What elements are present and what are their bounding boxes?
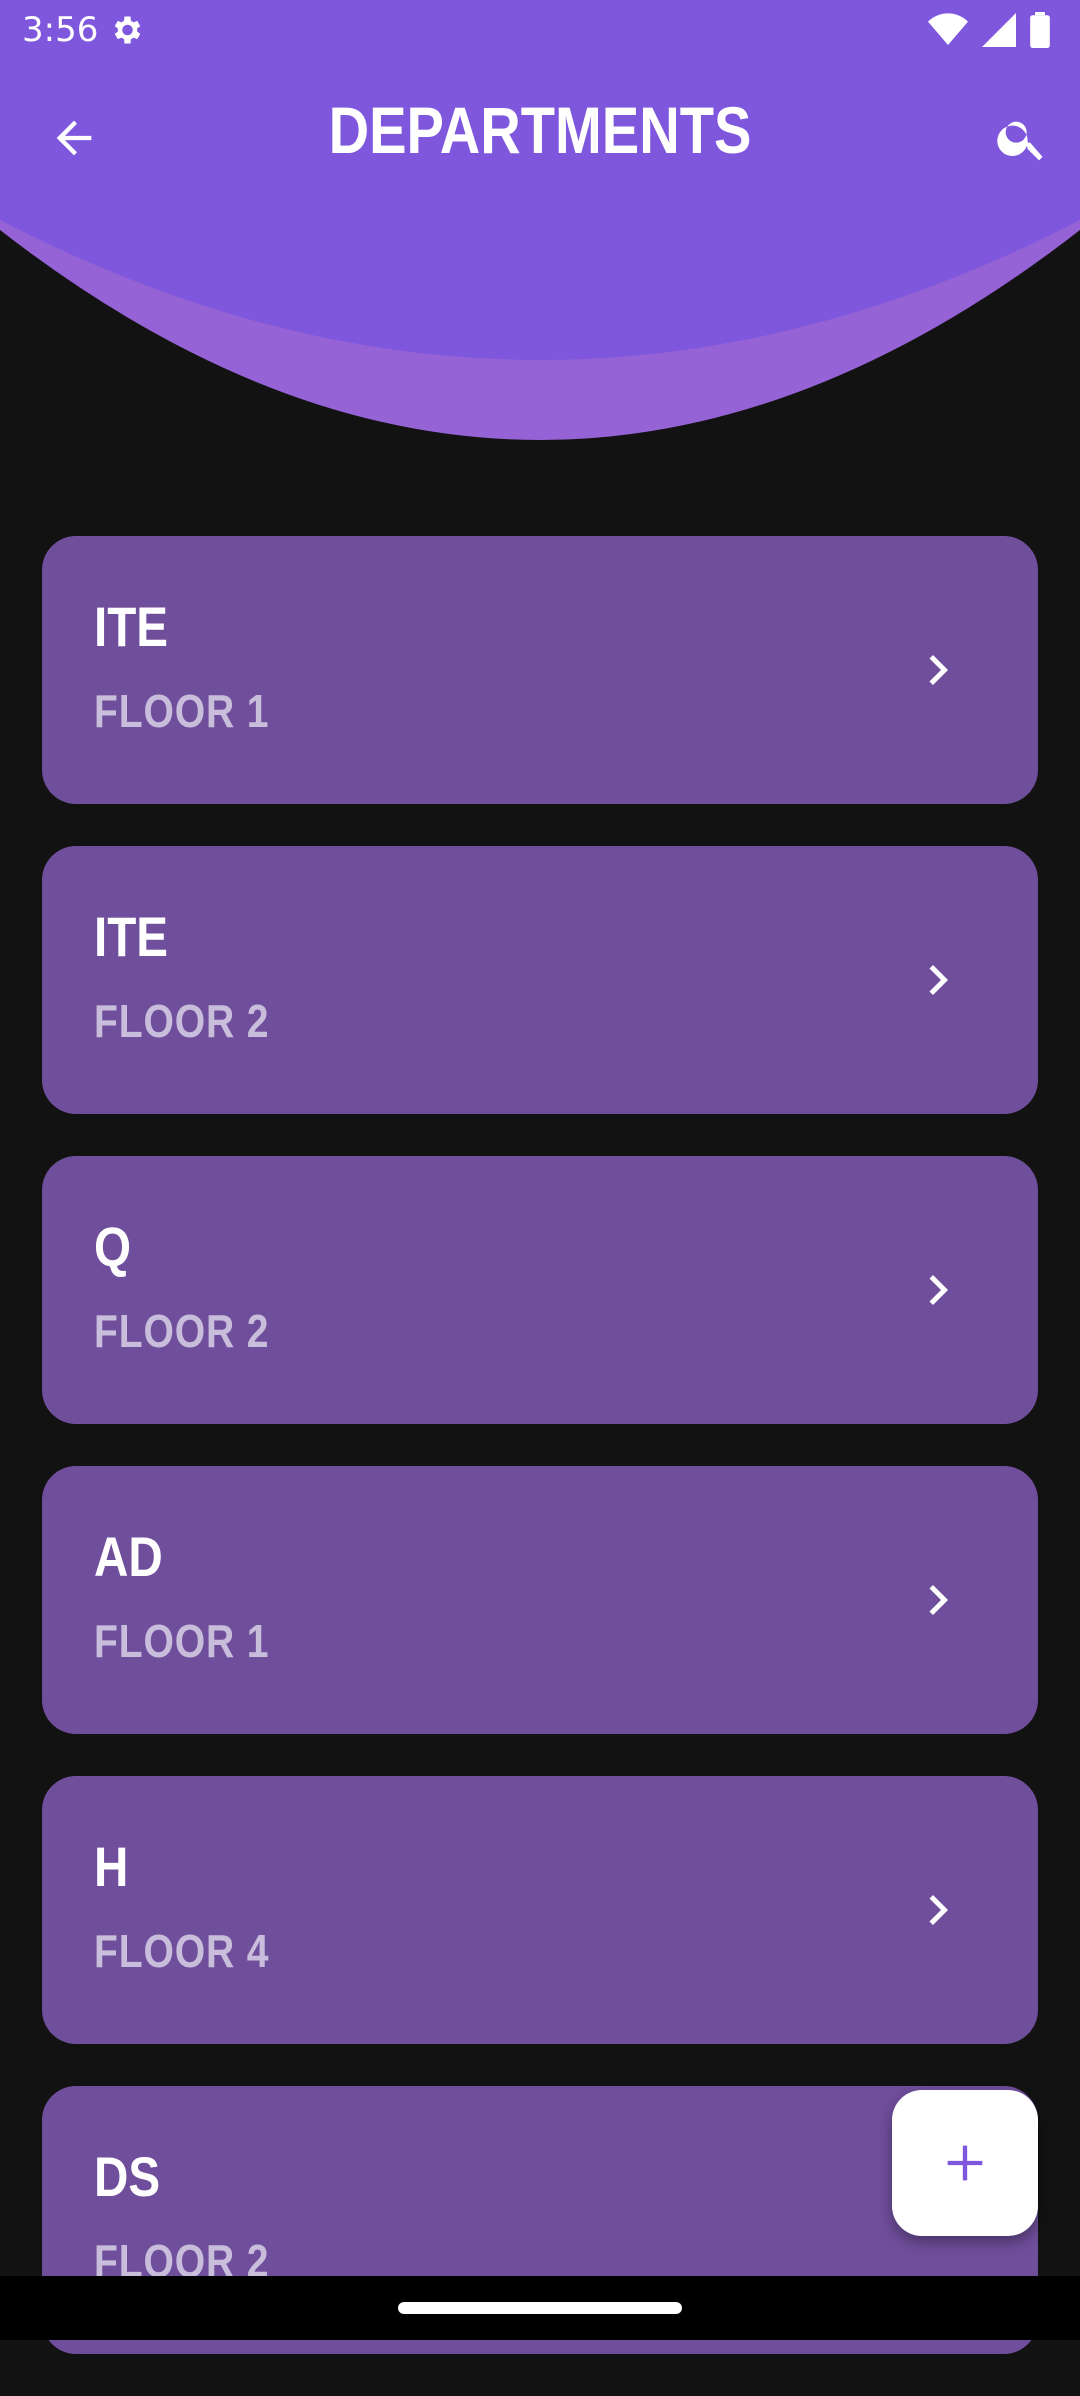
department-name: Q bbox=[94, 1215, 132, 1278]
chevron-right-icon bbox=[929, 1585, 948, 1615]
status-time: 3:56 bbox=[22, 10, 99, 50]
department-floor: FLOOR 4 bbox=[94, 1925, 270, 1977]
department-card[interactable]: ITE FLOOR 1 bbox=[42, 536, 1038, 804]
department-name: DS bbox=[94, 2145, 161, 2208]
system-navigation-bar bbox=[0, 2276, 1080, 2340]
app-bar: DEPARTMENTS bbox=[0, 62, 1080, 212]
department-name: AD bbox=[94, 1525, 163, 1588]
battery-icon bbox=[1030, 12, 1050, 48]
search-icon bbox=[997, 121, 1043, 161]
department-card[interactable]: ITE FLOOR 2 bbox=[42, 846, 1038, 1114]
search-button[interactable] bbox=[986, 102, 1058, 174]
chevron-right-icon bbox=[929, 655, 948, 685]
department-name: H bbox=[94, 1835, 129, 1898]
chevron-right-icon bbox=[929, 1275, 948, 1305]
wifi-icon bbox=[928, 13, 968, 45]
status-bar: 3:56 bbox=[0, 0, 1080, 62]
home-indicator[interactable] bbox=[398, 2302, 682, 2314]
department-name: ITE bbox=[94, 595, 169, 658]
settings-gear-icon bbox=[114, 16, 141, 44]
department-floor: FLOOR 2 bbox=[94, 1305, 270, 1357]
page-title: DEPARTMENTS bbox=[328, 93, 752, 167]
department-card[interactable]: Q FLOOR 2 bbox=[42, 1156, 1038, 1424]
department-floor: FLOOR 2 bbox=[94, 995, 270, 1047]
departments-list: ITE FLOOR 1 ITE FLOOR 2 Q FLOOR 2 AD FLO… bbox=[42, 536, 1038, 2396]
department-floor: FLOOR 1 bbox=[94, 685, 270, 737]
department-card[interactable]: H FLOOR 4 bbox=[42, 1776, 1038, 2044]
department-card[interactable]: AD FLOOR 1 bbox=[42, 1466, 1038, 1734]
department-floor: FLOOR 1 bbox=[94, 1615, 270, 1667]
plus-icon bbox=[947, 2145, 983, 2181]
signal-icon bbox=[982, 13, 1016, 47]
add-department-button[interactable] bbox=[892, 2090, 1038, 2236]
chevron-right-icon bbox=[929, 1895, 948, 1925]
department-name: ITE bbox=[94, 905, 169, 968]
status-indicators bbox=[928, 12, 1050, 48]
chevron-right-icon bbox=[929, 965, 948, 995]
